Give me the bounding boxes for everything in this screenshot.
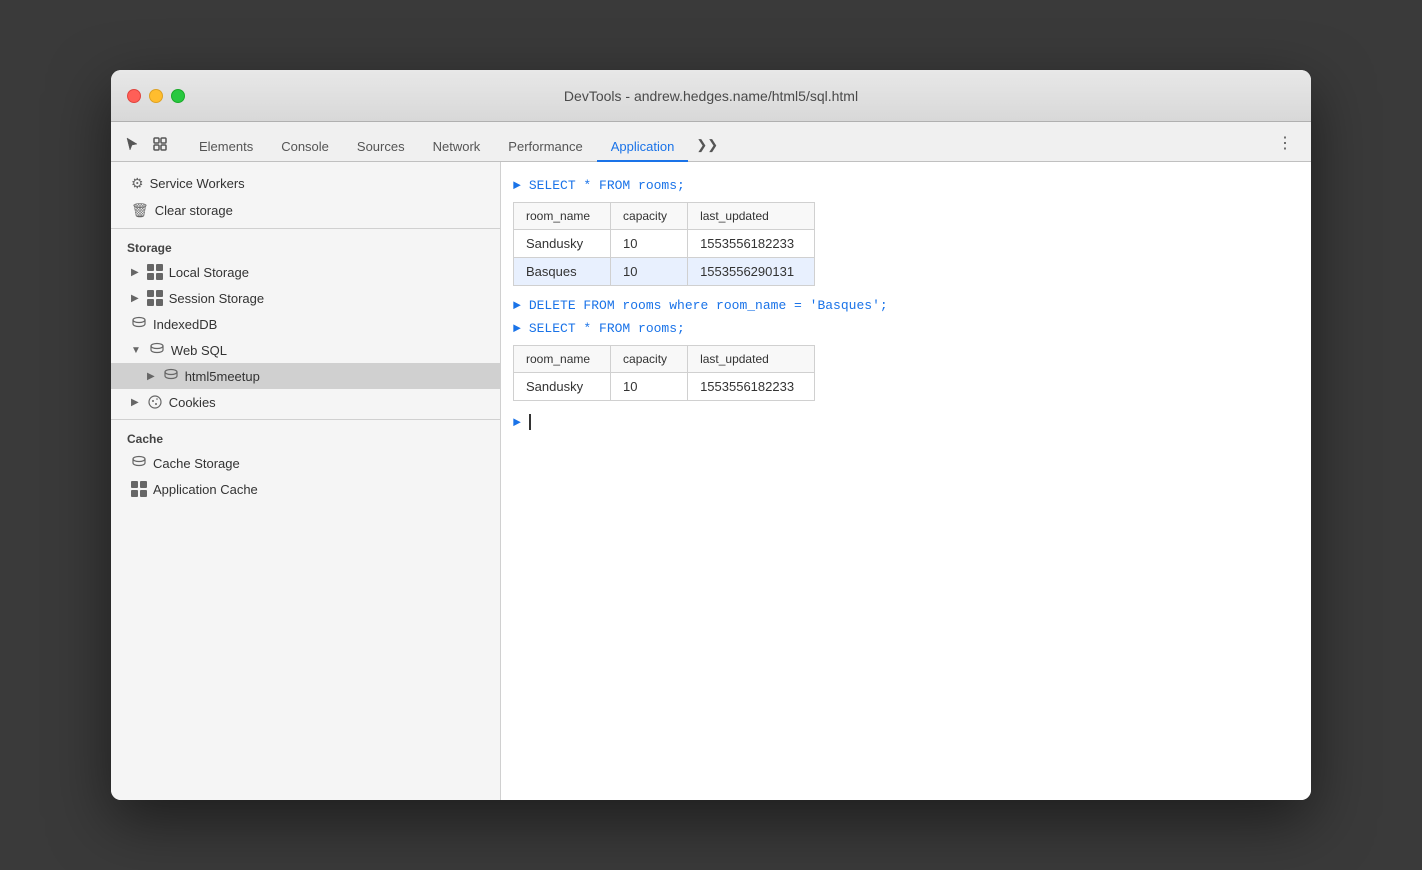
- sidebar-item-cookies[interactable]: ▶ Cookies: [111, 389, 500, 415]
- table-cell: Basques: [514, 257, 611, 285]
- main-content: ⚙ Service Workers 🗑 Clear storage Storag…: [111, 162, 1311, 800]
- sidebar-item-label: Application Cache: [153, 482, 258, 497]
- cursor-line[interactable]: ►: [501, 409, 1311, 437]
- tab-performance[interactable]: Performance: [494, 133, 596, 162]
- sql-code-3: SELECT * FROM rooms;: [529, 319, 685, 339]
- close-button[interactable]: [127, 89, 141, 103]
- sql-prompt-3[interactable]: ►: [513, 319, 521, 339]
- table-header-capacity: capacity: [611, 202, 688, 229]
- tab-network[interactable]: Network: [419, 133, 495, 162]
- sql-prompt-2[interactable]: ►: [513, 296, 521, 316]
- sidebar-item-local-storage[interactable]: ▶ Local Storage: [111, 259, 500, 285]
- sidebar-item-label: IndexedDB: [153, 317, 217, 332]
- storage-section-header: Storage: [111, 233, 500, 259]
- table-row: Sandusky 10 1553556182233: [514, 372, 815, 400]
- chevron-right-icon: ▶: [131, 293, 139, 304]
- table-cell: 10: [611, 372, 688, 400]
- db-icon: [131, 316, 147, 332]
- sidebar-item-clear-storage[interactable]: 🗑 Clear storage: [111, 197, 500, 224]
- chevron-down-icon: ▼: [131, 345, 141, 356]
- grid-icon: [147, 290, 163, 306]
- title-bar: DevTools - andrew.hedges.name/html5/sql.…: [111, 70, 1311, 122]
- tab-more-icon[interactable]: ❯❯: [688, 131, 726, 161]
- cookie-icon: [147, 394, 163, 410]
- sidebar-item-cache-storage[interactable]: Cache Storage: [111, 450, 500, 476]
- tab-console[interactable]: Console: [267, 133, 343, 162]
- sql-prompt-cursor[interactable]: ►: [513, 413, 521, 433]
- tab-application[interactable]: Application: [597, 133, 689, 162]
- tab-bar: Elements Console Sources Network Perform…: [111, 122, 1311, 162]
- table-header-room-name: room_name: [514, 345, 611, 372]
- chevron-right-icon: ▶: [131, 267, 139, 278]
- sidebar-item-session-storage[interactable]: ▶ Session Storage: [111, 285, 500, 311]
- sql-query-line-2: ► DELETE FROM rooms where room_name = 'B…: [501, 294, 1311, 318]
- sidebar-item-label: Session Storage: [169, 291, 264, 306]
- sidebar-item-indexed-db[interactable]: IndexedDB: [111, 311, 500, 337]
- tab-menu-icon[interactable]: ⋮: [1269, 127, 1301, 161]
- sidebar-item-application-cache[interactable]: Application Cache: [111, 476, 500, 502]
- minimize-button[interactable]: [149, 89, 163, 103]
- chevron-right-icon: ▶: [131, 397, 139, 408]
- inspect-icon[interactable]: [149, 133, 171, 155]
- gear-icon: ⚙: [131, 175, 144, 192]
- sidebar-item-label: Local Storage: [169, 265, 249, 280]
- grid-icon: [131, 481, 147, 497]
- sidebar-item-label: Cache Storage: [153, 456, 240, 471]
- cursor-blink: [529, 414, 531, 430]
- sidebar-item-label: html5meetup: [185, 369, 260, 384]
- trash-icon: 🗑: [131, 202, 149, 219]
- sql-query-line-3: ► SELECT * FROM rooms;: [501, 317, 1311, 341]
- sql-result-table-2: room_name capacity last_updated Sandusky…: [513, 345, 815, 401]
- sidebar-item-label: Clear storage: [155, 203, 233, 218]
- table-cell: 1553556182233: [688, 229, 815, 257]
- table-header-capacity: capacity: [611, 345, 688, 372]
- sidebar-item-service-workers[interactable]: ⚙ Service Workers: [111, 170, 500, 197]
- db-icon: [149, 342, 165, 358]
- sql-prompt-1[interactable]: ►: [513, 176, 521, 196]
- sidebar-item-html5meetup[interactable]: ▶ html5meetup: [111, 363, 500, 389]
- sidebar-divider2: [111, 419, 500, 420]
- sidebar-item-web-sql[interactable]: ▼ Web SQL: [111, 337, 500, 363]
- sql-result-table-1: room_name capacity last_updated Sandusky…: [513, 202, 815, 286]
- devtools-window: DevTools - andrew.hedges.name/html5/sql.…: [111, 70, 1311, 800]
- sidebar-item-label: Cookies: [169, 395, 216, 410]
- table-row: Sandusky 10 1553556182233: [514, 229, 815, 257]
- sidebar-item-label: Service Workers: [150, 176, 245, 191]
- db-icon: [131, 455, 147, 471]
- sql-query-line-1: ► SELECT * FROM rooms;: [501, 174, 1311, 198]
- table-header-last-updated: last_updated: [688, 345, 815, 372]
- tab-elements[interactable]: Elements: [185, 133, 267, 162]
- toolbar-icons: [121, 133, 171, 161]
- cursor-icon[interactable]: [121, 133, 143, 155]
- sidebar-divider: [111, 228, 500, 229]
- table-header-room-name: room_name: [514, 202, 611, 229]
- tab-sources[interactable]: Sources: [343, 133, 419, 162]
- sidebar: ⚙ Service Workers 🗑 Clear storage Storag…: [111, 162, 501, 800]
- table-header-last-updated: last_updated: [688, 202, 815, 229]
- table-cell: 1553556182233: [688, 372, 815, 400]
- cache-section-header: Cache: [111, 424, 500, 450]
- maximize-button[interactable]: [171, 89, 185, 103]
- grid-icon: [147, 264, 163, 280]
- table-cell: Sandusky: [514, 229, 611, 257]
- window-title: DevTools - andrew.hedges.name/html5/sql.…: [564, 88, 858, 104]
- chevron-right-icon: ▶: [147, 371, 155, 382]
- table-cell: Sandusky: [514, 372, 611, 400]
- sidebar-item-label: Web SQL: [171, 343, 227, 358]
- sql-code-2: DELETE FROM rooms where room_name = 'Bas…: [529, 296, 888, 316]
- table-cell: 10: [611, 229, 688, 257]
- sql-console-panel[interactable]: ► SELECT * FROM rooms; room_name capacit…: [501, 162, 1311, 800]
- sql-code-1: SELECT * FROM rooms;: [529, 176, 685, 196]
- table-cell: 1553556290131: [688, 257, 815, 285]
- table-cell: 10: [611, 257, 688, 285]
- db-icon: [163, 368, 179, 384]
- table-row: Basques 10 1553556290131: [514, 257, 815, 285]
- traffic-lights: [127, 89, 185, 103]
